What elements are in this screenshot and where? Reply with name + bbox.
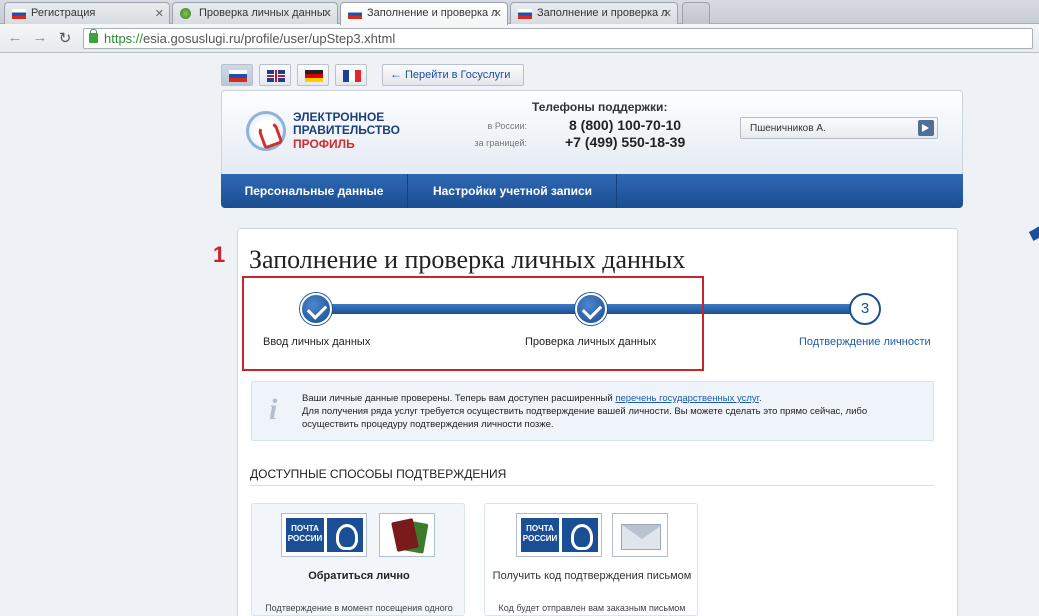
browser-tab-verification[interactable]: Проверка личных данных ✕ xyxy=(172,2,338,24)
gov-logo-icon[interactable] xyxy=(246,111,286,151)
tab-label: Регистрация xyxy=(31,7,96,19)
goto-gosuslugi-button[interactable]: Перейти в Госуслуги xyxy=(382,64,524,86)
step-3-number: 3 xyxy=(849,293,881,325)
russia-flag-icon xyxy=(518,9,532,19)
info-line-1-text: Ваши личные данные проверены. Теперь вам… xyxy=(302,393,616,404)
method-in-person[interactable]: ПОЧТА РОССИИ Обратиться лично Подтвержде… xyxy=(251,503,465,616)
close-icon[interactable]: ✕ xyxy=(155,7,164,20)
menu-item-personal-data[interactable]: Персональные данные xyxy=(221,174,408,208)
method-1-desc: Подтверждение в момент посещения одного xyxy=(265,603,453,613)
annotation-number: 1 xyxy=(213,242,226,267)
tab-label: Проверка личных данных xyxy=(199,7,331,19)
eagle-emblem-icon xyxy=(562,518,598,552)
russian-post-logo-icon: ПОЧТА РОССИИ xyxy=(516,513,602,557)
france-flag-icon xyxy=(343,70,361,82)
forward-arrow-icon[interactable]: → xyxy=(31,29,49,46)
gosuslugi-globe-icon xyxy=(180,8,191,19)
russia-flag-icon xyxy=(229,70,247,82)
tab-label: Заполнение и проверка л xyxy=(537,7,668,19)
url-path: esia.gosuslugi.ru/profile/user/upStep3.x… xyxy=(143,31,396,46)
phone-abroad: +7 (499) 550-18-39 xyxy=(565,134,686,150)
method-1-title: Обратиться лично xyxy=(308,570,410,582)
germany-flag-icon xyxy=(305,70,323,82)
logo-line2: ПРАВИТЕЛЬСТВО xyxy=(293,123,401,137)
eagle-emblem-icon xyxy=(327,518,363,552)
new-tab-button[interactable] xyxy=(682,2,710,24)
lock-icon xyxy=(89,29,98,43)
annotation-highlight-box xyxy=(242,276,704,371)
phone-ru-label: в России: xyxy=(487,121,527,131)
user-menu[interactable]: Пшеничников А. xyxy=(740,117,938,139)
info-line-1: Ваши личные данные проверены. Теперь вам… xyxy=(302,392,912,405)
info-icon: i xyxy=(269,393,278,426)
lang-english[interactable] xyxy=(259,64,291,86)
logout-icon[interactable] xyxy=(918,120,934,136)
russia-flag-icon xyxy=(348,9,362,19)
browser-tab-filling-active[interactable]: Заполнение и проверка л ✕ xyxy=(340,2,508,25)
russia-flag-icon xyxy=(12,9,26,19)
lang-french[interactable] xyxy=(335,64,367,86)
info-text: Ваши личные данные проверены. Теперь вам… xyxy=(302,392,912,431)
back-arrow-icon[interactable]: ← xyxy=(6,29,24,46)
phone-abroad-label: за границей: xyxy=(474,138,527,148)
tab-label: Заполнение и проверка л xyxy=(367,7,498,19)
services-list-link[interactable]: перечень государственных услуг xyxy=(615,393,759,404)
info-line-2: Для получения ряда услуг требуется осуще… xyxy=(302,406,868,430)
phone-ru: 8 (800) 100-70-10 xyxy=(569,117,682,133)
main-menu: Персональные данные Настройки учетной за… xyxy=(221,174,963,208)
method-2-title: Получить код подтверждения письмом xyxy=(492,570,692,582)
envelope-icon xyxy=(612,513,668,557)
address-bar-row: ← → ↻ https://esia.gosuslugi.ru/profile/… xyxy=(0,24,1039,53)
close-icon[interactable]: ✕ xyxy=(493,7,502,20)
browser-tab-registration[interactable]: Регистрация ✕ xyxy=(4,2,170,24)
browser-tab-bar: Регистрация ✕ Проверка личных данных ✕ З… xyxy=(0,0,1039,25)
passport-icon xyxy=(379,513,435,557)
step-3-link[interactable]: Подтверждение личности xyxy=(799,336,931,348)
url-scheme: https:// xyxy=(104,31,144,46)
info-line-1-end: . xyxy=(758,393,762,404)
section-divider xyxy=(250,485,934,486)
lang-german[interactable] xyxy=(297,64,329,86)
lang-russian[interactable] xyxy=(221,64,253,86)
uk-flag-icon xyxy=(267,70,285,82)
reload-icon[interactable]: ↻ xyxy=(56,29,74,47)
russian-post-logo-icon: ПОЧТА РОССИИ xyxy=(281,513,367,557)
envelope-shape xyxy=(621,524,662,550)
pochta-logo-text: ПОЧТА РОССИИ xyxy=(521,518,559,552)
close-icon[interactable]: ✕ xyxy=(323,7,332,20)
method-by-letter[interactable]: ПОЧТА РОССИИ Получить код подтверждения … xyxy=(484,503,698,616)
menu-item-account-settings[interactable]: Настройки учетной записи xyxy=(409,174,617,208)
pochta-logo-text: ПОЧТА РОССИИ xyxy=(286,518,324,552)
site-header: ЭЛЕКТРОННОЕ ПРАВИТЕЛЬСТВО ПРОФИЛЬ Телефо… xyxy=(221,90,963,174)
url-input[interactable]: https://esia.gosuslugi.ru/profile/user/u… xyxy=(83,28,1033,49)
close-icon[interactable]: ✕ xyxy=(663,7,672,20)
phones-title: Телефоны поддержки: xyxy=(532,100,668,114)
logo-text[interactable]: ЭЛЕКТРОННОЕ ПРАВИТЕЛЬСТВО xyxy=(293,111,400,137)
section-title: ДОСТУПНЫЕ СПОСОБЫ ПОДТВЕРЖДЕНИЯ xyxy=(250,467,507,481)
user-name: Пшеничников А. xyxy=(750,123,826,134)
page-title: Заполнение и проверка личных данных xyxy=(249,245,686,274)
method-2-desc: Код будет отправлен вам заказным письмом xyxy=(498,603,686,613)
browser-tab-filling[interactable]: Заполнение и проверка л ✕ xyxy=(510,2,678,24)
logo-line3: ПРОФИЛЬ xyxy=(293,137,355,151)
